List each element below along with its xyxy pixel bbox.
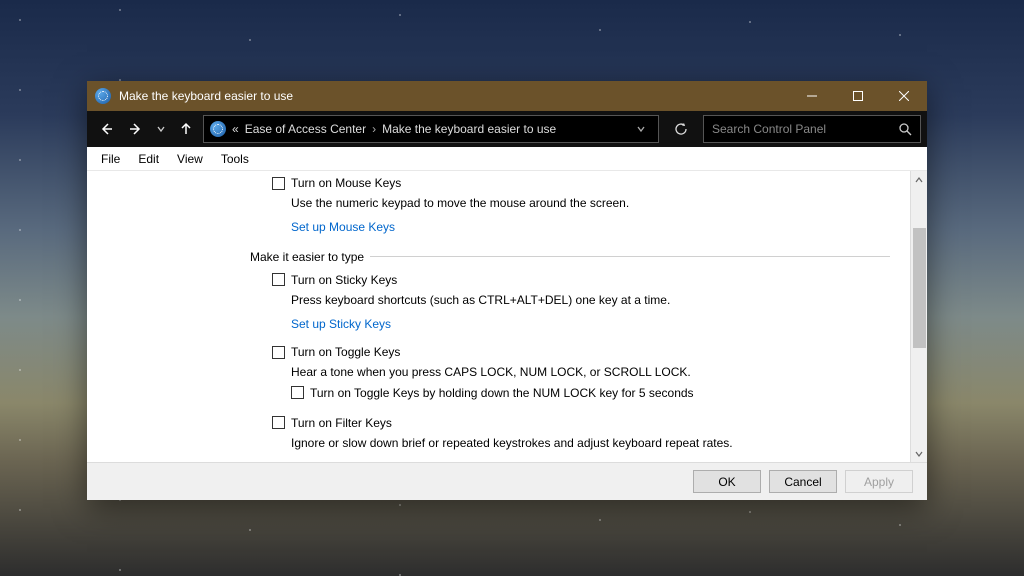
scroll-thumb[interactable] [913, 228, 926, 348]
menu-edit[interactable]: Edit [130, 150, 167, 168]
scrollbar[interactable] [910, 171, 927, 462]
ease-of-access-icon [210, 121, 226, 137]
search-box[interactable] [703, 115, 921, 143]
control-panel-window: Make the keyboard easier to use [87, 81, 927, 500]
breadcrumb-prefix: « [232, 122, 239, 136]
menu-tools[interactable]: Tools [213, 150, 257, 168]
search-input[interactable] [712, 122, 899, 136]
breadcrumb-current[interactable]: Make the keyboard easier to use [382, 122, 556, 136]
mouse-keys-checkbox[interactable] [272, 177, 285, 190]
window-controls [789, 81, 927, 111]
sticky-keys-checkbox[interactable] [272, 273, 285, 286]
filter-keys-checkbox[interactable] [272, 416, 285, 429]
group-make-easier-type: Make it easier to type [250, 250, 890, 264]
mouse-keys-desc: Use the numeric keypad to move the mouse… [291, 195, 890, 211]
address-bar[interactable]: « Ease of Access Center › Make the keybo… [203, 115, 659, 143]
toggle-keys-checkbox[interactable] [272, 346, 285, 359]
scroll-up-button[interactable] [911, 171, 927, 188]
minimize-button[interactable] [789, 81, 835, 111]
titlebar: Make the keyboard easier to use [87, 81, 927, 111]
navigation-bar: « Ease of Access Center › Make the keybo… [87, 111, 927, 147]
setup-mouse-keys-link[interactable]: Set up Mouse Keys [291, 220, 395, 234]
ease-of-access-icon [95, 88, 111, 104]
apply-button[interactable]: Apply [845, 470, 913, 493]
toggle-keys-numlock-label[interactable]: Turn on Toggle Keys by holding down the … [310, 385, 694, 401]
mouse-keys-label[interactable]: Turn on Mouse Keys [291, 175, 401, 191]
recent-dropdown[interactable] [153, 116, 169, 142]
up-button[interactable] [173, 116, 199, 142]
forward-button[interactable] [123, 116, 149, 142]
menu-file[interactable]: File [93, 150, 128, 168]
toggle-keys-desc: Hear a tone when you press CAPS LOCK, NU… [291, 364, 890, 380]
breadcrumb-parent[interactable]: Ease of Access Center [245, 122, 366, 136]
toggle-keys-label[interactable]: Turn on Toggle Keys [291, 344, 400, 360]
divider [370, 256, 890, 257]
menu-view[interactable]: View [169, 150, 211, 168]
setup-filter-keys-link[interactable]: Set up Filter Keys [291, 460, 386, 462]
menu-bar: File Edit View Tools [87, 147, 927, 171]
dialog-footer: OK Cancel Apply [87, 462, 927, 500]
content-pane: Turn on Mouse Keys Use the numeric keypa… [87, 171, 910, 462]
refresh-button[interactable] [667, 115, 695, 143]
address-dropdown[interactable] [630, 124, 652, 134]
search-icon[interactable] [899, 123, 912, 136]
window-title: Make the keyboard easier to use [119, 89, 293, 103]
back-button[interactable] [93, 116, 119, 142]
toggle-keys-numlock-checkbox[interactable] [291, 386, 304, 399]
sticky-keys-desc: Press keyboard shortcuts (such as CTRL+A… [291, 292, 890, 308]
ok-button[interactable]: OK [693, 470, 761, 493]
filter-keys-desc: Ignore or slow down brief or repeated ke… [291, 435, 890, 451]
group-title: Make it easier to type [250, 250, 364, 264]
sticky-keys-label[interactable]: Turn on Sticky Keys [291, 272, 397, 288]
chevron-right-icon: › [372, 122, 376, 136]
close-button[interactable] [881, 81, 927, 111]
scroll-down-button[interactable] [911, 445, 927, 462]
maximize-button[interactable] [835, 81, 881, 111]
cancel-button[interactable]: Cancel [769, 470, 837, 493]
filter-keys-label[interactable]: Turn on Filter Keys [291, 415, 392, 431]
setup-sticky-keys-link[interactable]: Set up Sticky Keys [291, 317, 391, 331]
